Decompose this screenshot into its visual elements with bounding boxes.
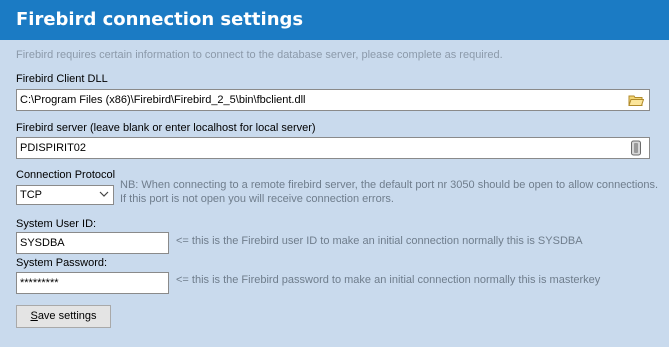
- save-button-accel: S: [30, 310, 38, 322]
- folder-icon[interactable]: [626, 91, 646, 109]
- password-label: System Password:: [16, 257, 108, 269]
- client-dll-label: Firebird Client DLL: [16, 73, 108, 85]
- protocol-note-line1: NB: When connecting to a remote firebird…: [120, 179, 659, 191]
- server-icon[interactable]: [626, 139, 646, 157]
- password-field[interactable]: *********: [16, 272, 169, 294]
- intro-text: Firebird requires certain information to…: [16, 49, 503, 61]
- chevron-down-icon: [99, 191, 109, 197]
- protocol-note-line2: If this port is not open you will receiv…: [120, 193, 394, 205]
- page-title: Firebird connection settings: [16, 9, 304, 30]
- protocol-select[interactable]: TCP: [16, 185, 114, 205]
- user-id-hint: <= this is the Firebird user ID to make …: [176, 235, 583, 247]
- header-bar: Firebird connection settings: [0, 0, 669, 40]
- client-dll-field[interactable]: C:\Program Files (x86)\Firebird\Firebird…: [16, 89, 650, 111]
- user-id-label: System User ID:: [16, 218, 97, 230]
- save-button-label: ave settings: [37, 310, 97, 322]
- save-settings-button[interactable]: Save settings: [16, 305, 111, 328]
- protocol-label: Connection Protocol: [16, 169, 116, 181]
- server-field[interactable]: PDISPIRIT02: [16, 137, 650, 159]
- server-label: Firebird server (leave blank or enter lo…: [16, 122, 316, 134]
- protocol-value: TCP: [20, 189, 42, 201]
- user-id-field[interactable]: SYSDBA: [16, 232, 169, 254]
- password-hint: <= this is the Firebird password to make…: [176, 274, 601, 286]
